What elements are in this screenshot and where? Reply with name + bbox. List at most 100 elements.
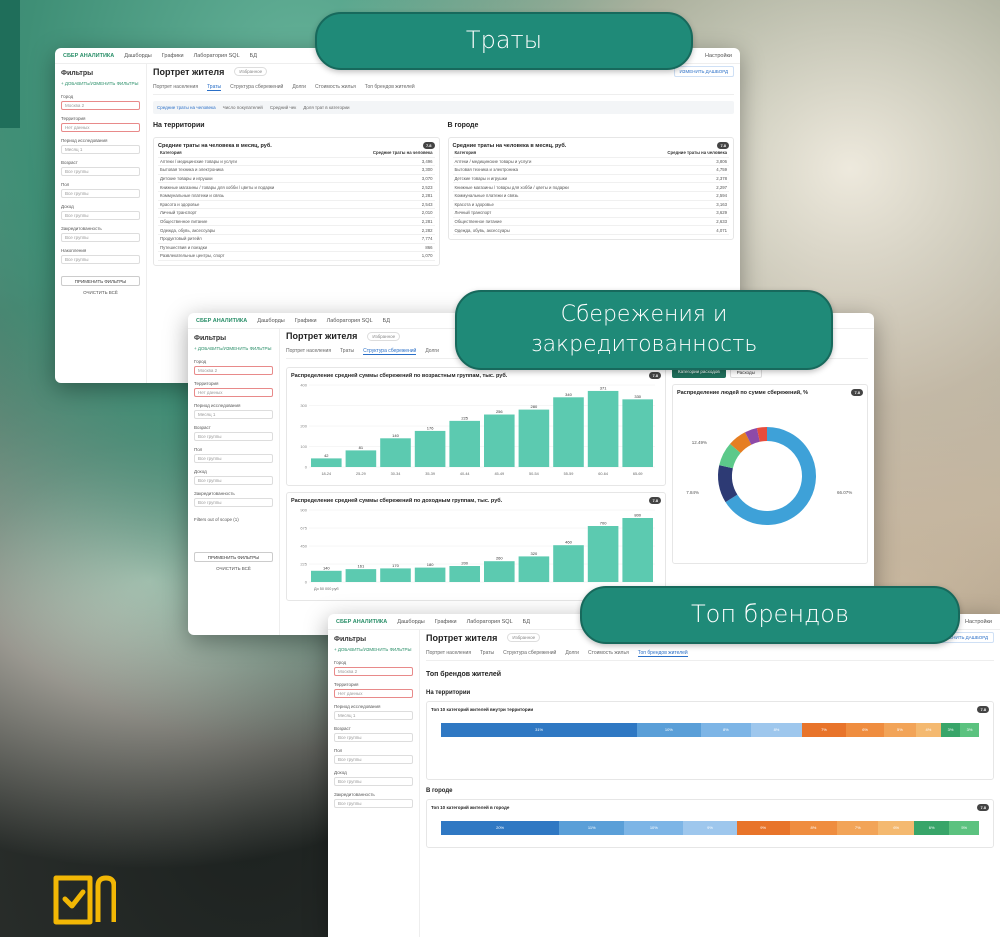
category-cell: Бытовая техника и электроника [158, 165, 338, 175]
favorite-toggle[interactable]: Избранное [367, 331, 401, 341]
territory-select[interactable]: Нет данных [61, 123, 140, 132]
tab-housing[interactable]: Стоимость жилья [315, 84, 356, 91]
nav-charts[interactable]: Графики [162, 53, 184, 59]
legend-area [431, 745, 989, 775]
nav-settings[interactable]: Настройки [705, 53, 732, 59]
category-cell: Коммунальные платежи и связь [158, 191, 338, 201]
age-select[interactable]: Все группы [194, 432, 273, 441]
x-tick-label: 18-24 [321, 472, 331, 476]
period-select[interactable]: Месяц 1 [334, 711, 413, 720]
stacked-segment: 10% [637, 723, 701, 737]
city-select[interactable]: Москва 2 [61, 101, 140, 110]
table-row: Красота и здоровье 3,163 [452, 200, 729, 210]
nav-charts[interactable]: Графики [295, 318, 317, 324]
apply-filters-button[interactable]: ПРИМЕНИТЬ ФИЛЬТРЫ [194, 552, 273, 562]
y-tick-label: 0 [305, 465, 308, 470]
period-select[interactable]: Месяц 1 [61, 145, 140, 154]
dashboard-tabs: Портрет населения Траты Структура сбереж… [153, 84, 734, 95]
tab-spend[interactable]: Траты [480, 650, 494, 657]
add-filters-link[interactable]: + ДОБАВИТЬ/ИЗМЕНИТЬ ФИЛЬТРЫ [61, 81, 140, 86]
period-select[interactable]: Месяц 1 [194, 410, 273, 419]
tab-spend[interactable]: Траты [340, 348, 354, 355]
card-badge: 7.8 [649, 497, 661, 504]
nav-settings[interactable]: Настройки [965, 619, 992, 625]
income-select[interactable]: Все группы [61, 211, 140, 220]
out-of-scope-label[interactable]: Filters out of scope (1) [194, 517, 273, 522]
favorite-toggle[interactable]: Избранное [234, 67, 268, 76]
filter-label: Закредитованность [194, 491, 235, 496]
nav-dashboards[interactable]: Дашборды [257, 318, 285, 324]
add-filters-link[interactable]: + ДОБАВИТЬ/ИЗМЕНИТЬ ФИЛЬТРЫ [194, 346, 273, 351]
city-spend-card: Средние траты на человека в месяц, руб. 7… [447, 137, 734, 240]
stacked-segment: 8% [789, 821, 838, 835]
nav-dashboards[interactable]: Дашборды [124, 53, 152, 59]
gender-select[interactable]: Все группы [61, 189, 140, 198]
apply-filters-button[interactable]: ПРИМЕНИТЬ ФИЛЬТРЫ [61, 276, 140, 286]
nav-dashboards[interactable]: Дашборды [397, 619, 425, 625]
tab-housing[interactable]: Стоимость жилья [588, 650, 629, 657]
tab-debts[interactable]: Долги [425, 348, 439, 355]
debt-select[interactable]: Все группы [194, 498, 273, 507]
table-row: Коммунальные платежи и связь 2,281 [158, 191, 435, 201]
subtab-avg-check[interactable]: Средний чек [270, 105, 296, 110]
bar [380, 438, 411, 467]
stacked-segment: 4% [915, 723, 942, 737]
page-title: Портрет жителя [426, 632, 498, 643]
subtab-share[interactable]: Доля трат в категории [303, 105, 349, 110]
card-badge: 7.8 [717, 142, 729, 149]
data-label: 460 [565, 540, 572, 545]
tab-savings[interactable]: Структура сбережений [363, 348, 417, 355]
territory-select[interactable]: Нет данных [334, 689, 413, 698]
debt-select[interactable]: Все группы [334, 799, 413, 808]
nav-db[interactable]: БД [250, 53, 257, 59]
tab-spend[interactable]: Траты [207, 84, 222, 91]
income-select[interactable]: Все группы [334, 777, 413, 786]
clear-all-button[interactable]: ОЧИСТИТЬ ВСЁ [194, 566, 273, 571]
tab-debts[interactable]: Долги [292, 84, 306, 91]
nav-sql-lab[interactable]: Лаборатория SQL [467, 619, 513, 625]
age-select[interactable]: Все группы [334, 733, 413, 742]
value-cell: 2,594 [632, 191, 729, 201]
change-dashboard-button[interactable]: ИЗМЕНИТЬ ДАШБОРД [673, 66, 734, 77]
category-cell: Развлекательные центры, спорт [158, 251, 338, 261]
age-select[interactable]: Все группы [61, 167, 140, 176]
gender-select[interactable]: Все группы [334, 755, 413, 764]
nav-sql-lab[interactable]: Лаборатория SQL [327, 318, 373, 324]
tab-population[interactable]: Портрет населения [286, 348, 331, 355]
value-cell: 2,378 [632, 174, 729, 184]
subtab-avg-spend[interactable]: Средние траты на человека [157, 105, 216, 110]
city-select[interactable]: Москва 2 [334, 667, 413, 676]
nav-charts[interactable]: Графики [435, 619, 457, 625]
category-cell: Аптеки / медицинские товары и услуги [452, 157, 633, 167]
filter-label: Территория [194, 381, 219, 386]
gender-select[interactable]: Все группы [194, 454, 273, 463]
tab-debts[interactable]: Долги [565, 650, 579, 657]
category-cell: Красота и здоровье [452, 200, 633, 210]
table-row: Одежда, обувь, аксессуары 2,282 [158, 225, 435, 235]
x-tick-label: 30-34 [391, 472, 401, 476]
savings-donut-chart: 12.49% 7.84% 66.07% [686, 427, 852, 525]
bar [345, 569, 377, 582]
tab-brands[interactable]: Топ брендов жителей [637, 650, 688, 657]
nav-db[interactable]: БД [383, 318, 390, 324]
debt-select[interactable]: Все группы [61, 233, 140, 242]
tab-population[interactable]: Портрет населения [426, 650, 471, 657]
tab-savings[interactable]: Структура сбережений [503, 650, 556, 657]
income-select[interactable]: Все группы [194, 476, 273, 485]
nav-db[interactable]: БД [523, 619, 530, 625]
subtab-buyers[interactable]: Число покупателей [223, 105, 263, 110]
tab-population[interactable]: Портрет населения [153, 84, 198, 91]
donut-label: 12.49% [692, 440, 707, 445]
tab-savings[interactable]: Структура сбережений [230, 84, 283, 91]
territory-select[interactable]: Нет данных [194, 388, 273, 397]
favorite-toggle[interactable]: Избранное [507, 633, 541, 642]
tab-brands[interactable]: Топ брендов жителей [365, 84, 415, 91]
brand-logo: СБЕР АНАЛИТИКА [196, 317, 248, 324]
add-filters-link[interactable]: + ДОБАВИТЬ/ИЗМЕНИТЬ ФИЛЬТРЫ [334, 647, 413, 652]
filter-label: Возраст [61, 160, 78, 165]
clear-all-button[interactable]: ОЧИСТИТЬ ВСЁ [61, 290, 140, 295]
city-select[interactable]: Москва 2 [194, 366, 273, 375]
nav-sql-lab[interactable]: Лаборатория SQL [194, 53, 240, 59]
savings-select[interactable]: Все группы [61, 255, 140, 264]
territory-spend-card: Средние траты на человека в месяц, руб. 7… [153, 137, 440, 266]
